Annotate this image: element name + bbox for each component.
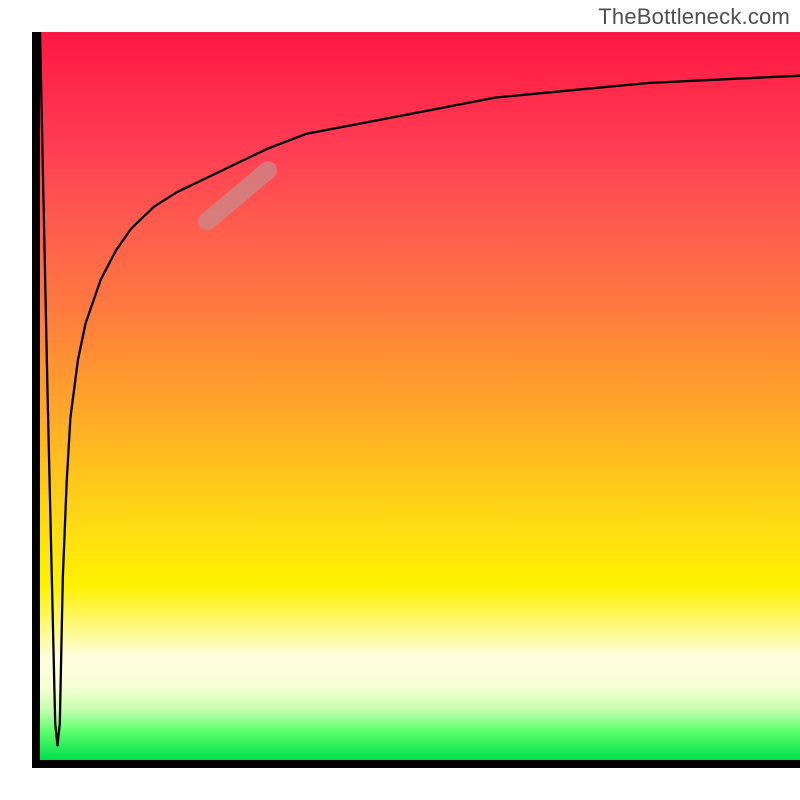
watermark-text: TheBottleneck.com <box>598 4 790 30</box>
gradient-background <box>40 32 800 760</box>
plot-area <box>32 32 800 768</box>
bottleneck-chart: TheBottleneck.com <box>0 0 800 800</box>
